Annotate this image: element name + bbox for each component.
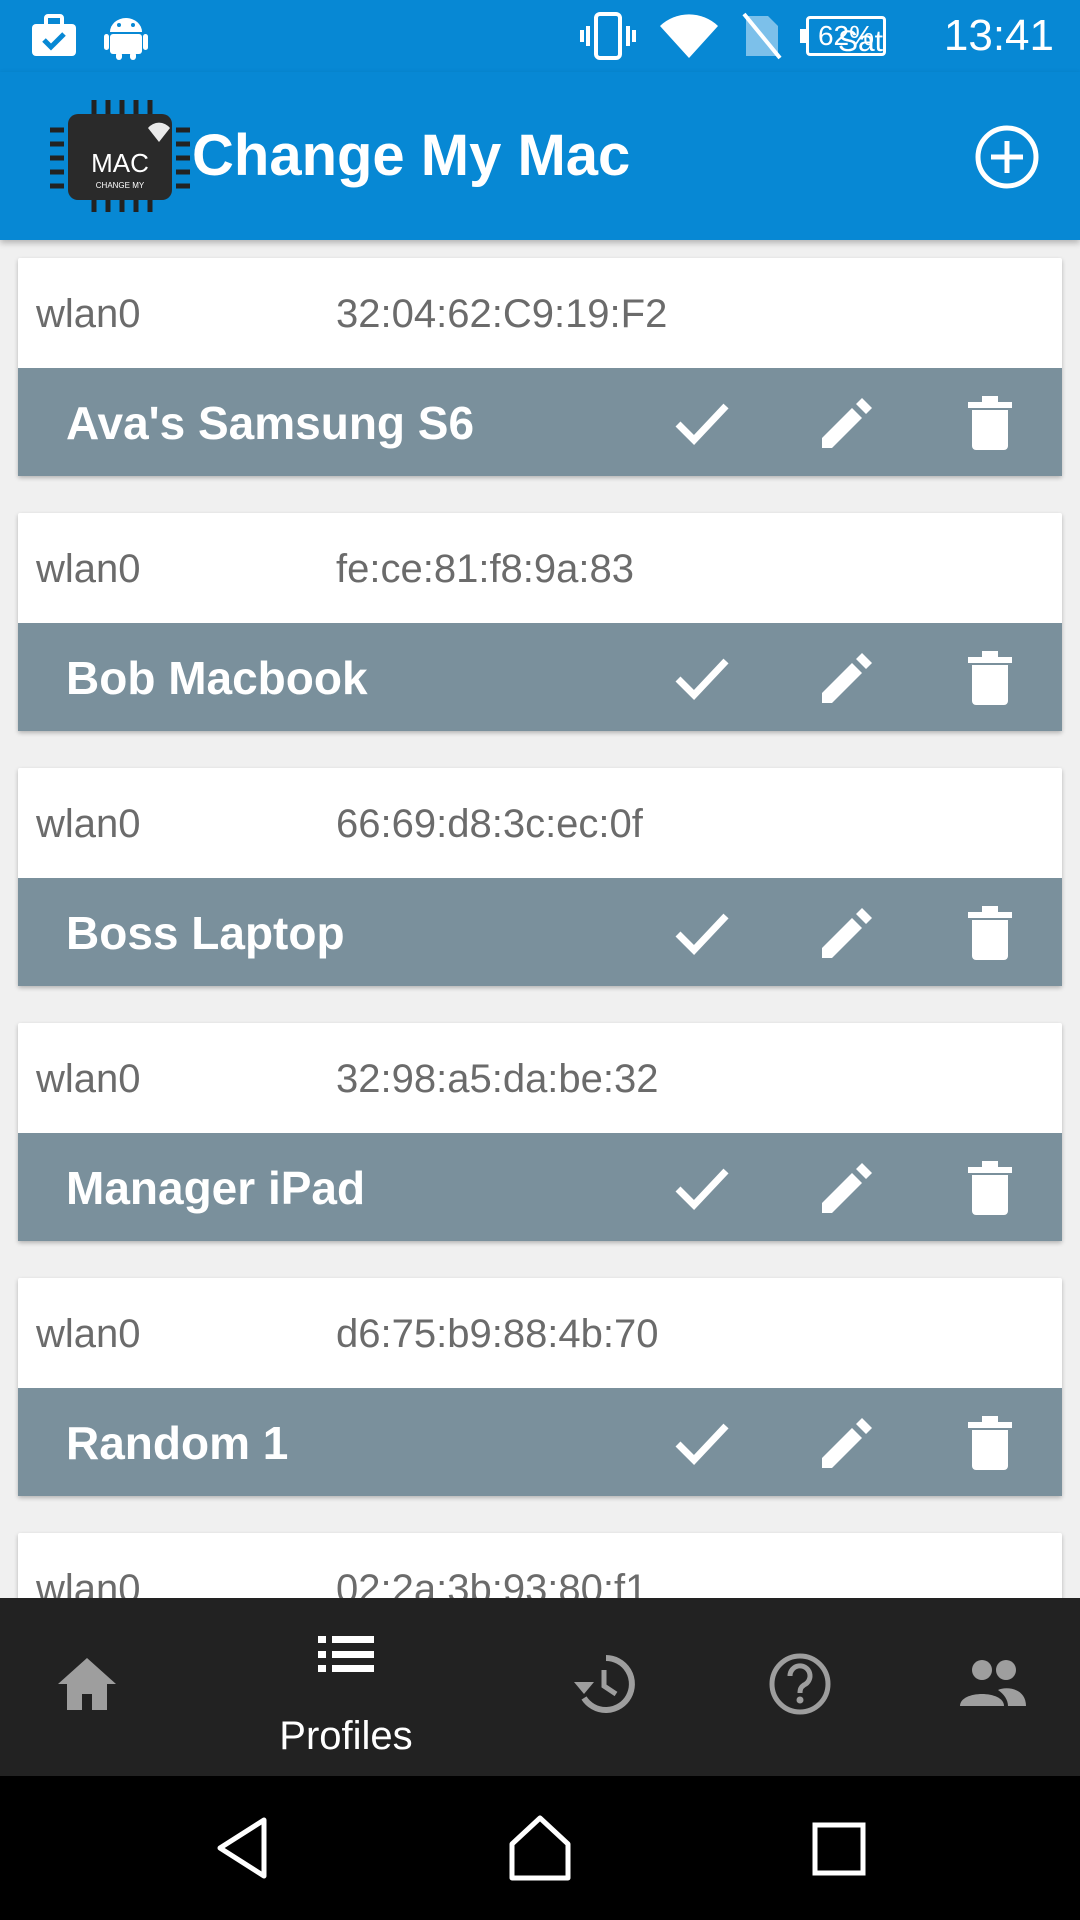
profile-name: Ava's Samsung S6 xyxy=(66,397,475,449)
profile-name: Random 1 xyxy=(66,1417,289,1469)
home-nav-icon[interactable] xyxy=(508,1814,572,1882)
profile-card[interactable]: wlan0 32:98:a5:da:be:32 Manager iPad xyxy=(18,1023,1062,1241)
people-icon[interactable] xyxy=(958,1658,1028,1708)
profile-details[interactable]: wlan0 32:98:a5:da:be:32 xyxy=(18,1023,1062,1133)
mac-address: d6:75:b9:88:4b:70 xyxy=(336,1312,659,1356)
status-day: Sat xyxy=(837,25,883,58)
profile-card[interactable]: wlan0 66:69:d8:3c:ec:0f Boss Laptop xyxy=(18,768,1062,986)
interface-label: wlan0 xyxy=(36,1567,141,1598)
edit-pencil-icon[interactable] xyxy=(816,392,876,452)
profile-card[interactable]: wlan0 32:04:62:C9:19:F2 Ava's Samsung S6 xyxy=(18,258,1062,476)
profile-card[interactable]: wlan0 02:2a:3b:93:80:f1 xyxy=(18,1533,1062,1598)
apply-check-icon[interactable] xyxy=(672,647,732,707)
tab-profiles[interactable] xyxy=(0,1598,1,1776)
profile-card[interactable]: wlan0 fe:ce:81:f8:9a:83 Bob Macbook xyxy=(18,513,1062,731)
home-icon[interactable] xyxy=(56,1656,118,1712)
profile-name: Manager iPad xyxy=(66,1162,366,1214)
edit-pencil-icon[interactable] xyxy=(816,1157,876,1217)
mac-address: 66:69:d8:3c:ec:0f xyxy=(336,802,643,846)
mac-address: 32:04:62:C9:19:F2 xyxy=(336,292,668,336)
edit-pencil-icon[interactable] xyxy=(816,902,876,962)
profile-actions-bar: Bob Macbook xyxy=(18,623,1062,731)
add-circle-icon[interactable] xyxy=(974,124,1040,190)
apply-check-icon[interactable] xyxy=(672,392,732,452)
interface-label: wlan0 xyxy=(36,1057,141,1101)
list-icon[interactable] xyxy=(318,1634,374,1674)
delete-trash-icon[interactable] xyxy=(960,1157,1020,1217)
tab-profiles-label[interactable]: Profiles xyxy=(276,1712,416,1760)
profile-actions-bar: Random 1 xyxy=(18,1388,1062,1496)
interface-label: wlan0 xyxy=(36,292,141,336)
profile-details[interactable]: wlan0 02:2a:3b:93:80:f1 xyxy=(18,1533,1062,1598)
profile-details[interactable]: wlan0 32:04:62:C9:19:F2 xyxy=(18,258,1062,368)
app-bar: MAC CHANGE MY Change My Mac xyxy=(0,72,1080,240)
profiles-list[interactable]: wlan0 32:04:62:C9:19:F2 Ava's Samsung S6… xyxy=(0,240,1080,1598)
status-time: 13:41 xyxy=(943,11,1054,60)
app-logo-chip-icon: MAC CHANGE MY xyxy=(50,100,190,212)
interface-label: wlan0 xyxy=(36,1312,141,1356)
profile-details[interactable]: wlan0 fe:ce:81:f8:9a:83 xyxy=(18,513,1062,623)
delete-trash-icon[interactable] xyxy=(960,902,1020,962)
mac-address: 32:98:a5:da:be:32 xyxy=(336,1057,659,1101)
status-bar: 62% Sat 13:41 xyxy=(0,0,1080,72)
profile-card[interactable]: wlan0 d6:75:b9:88:4b:70 Random 1 xyxy=(18,1278,1062,1496)
android-icon xyxy=(104,18,148,60)
briefcase-check-icon xyxy=(32,14,76,56)
mac-address: 02:2a:3b:93:80:f1 xyxy=(336,1567,648,1598)
apply-check-icon[interactable] xyxy=(672,1412,732,1472)
profile-details[interactable]: wlan0 66:69:d8:3c:ec:0f xyxy=(18,768,1062,878)
help-icon[interactable] xyxy=(768,1652,832,1716)
delete-trash-icon[interactable] xyxy=(960,392,1020,452)
profile-actions-bar: Boss Laptop xyxy=(18,878,1062,986)
recents-icon[interactable] xyxy=(812,1822,866,1876)
history-icon[interactable] xyxy=(572,1652,636,1716)
profile-name: Bob Macbook xyxy=(66,652,368,704)
profile-details[interactable]: wlan0 d6:75:b9:88:4b:70 xyxy=(18,1278,1062,1388)
interface-label: wlan0 xyxy=(36,547,141,591)
bottom-navigation: Profiles xyxy=(0,1598,1080,1776)
apply-check-icon[interactable] xyxy=(672,902,732,962)
app-title: Change My Mac xyxy=(192,123,631,188)
wifi-icon xyxy=(660,14,718,59)
profile-actions-bar: Manager iPad xyxy=(18,1133,1062,1241)
profile-actions-bar: Ava's Samsung S6 xyxy=(18,368,1062,476)
profile-name: Boss Laptop xyxy=(66,907,345,959)
no-sim-icon xyxy=(742,12,782,60)
system-navigation-bar xyxy=(0,1776,1080,1920)
apply-check-icon[interactable] xyxy=(672,1157,732,1217)
delete-trash-icon[interactable] xyxy=(960,1412,1020,1472)
edit-pencil-icon[interactable] xyxy=(816,647,876,707)
edit-pencil-icon[interactable] xyxy=(816,1412,876,1472)
back-icon[interactable] xyxy=(214,1816,270,1880)
delete-trash-icon[interactable] xyxy=(960,647,1020,707)
logo-subtext: CHANGE MY xyxy=(96,181,145,190)
logo-text: MAC xyxy=(91,148,149,178)
mac-address: fe:ce:81:f8:9a:83 xyxy=(336,547,635,591)
interface-label: wlan0 xyxy=(36,802,141,846)
vibrate-icon xyxy=(580,12,636,60)
